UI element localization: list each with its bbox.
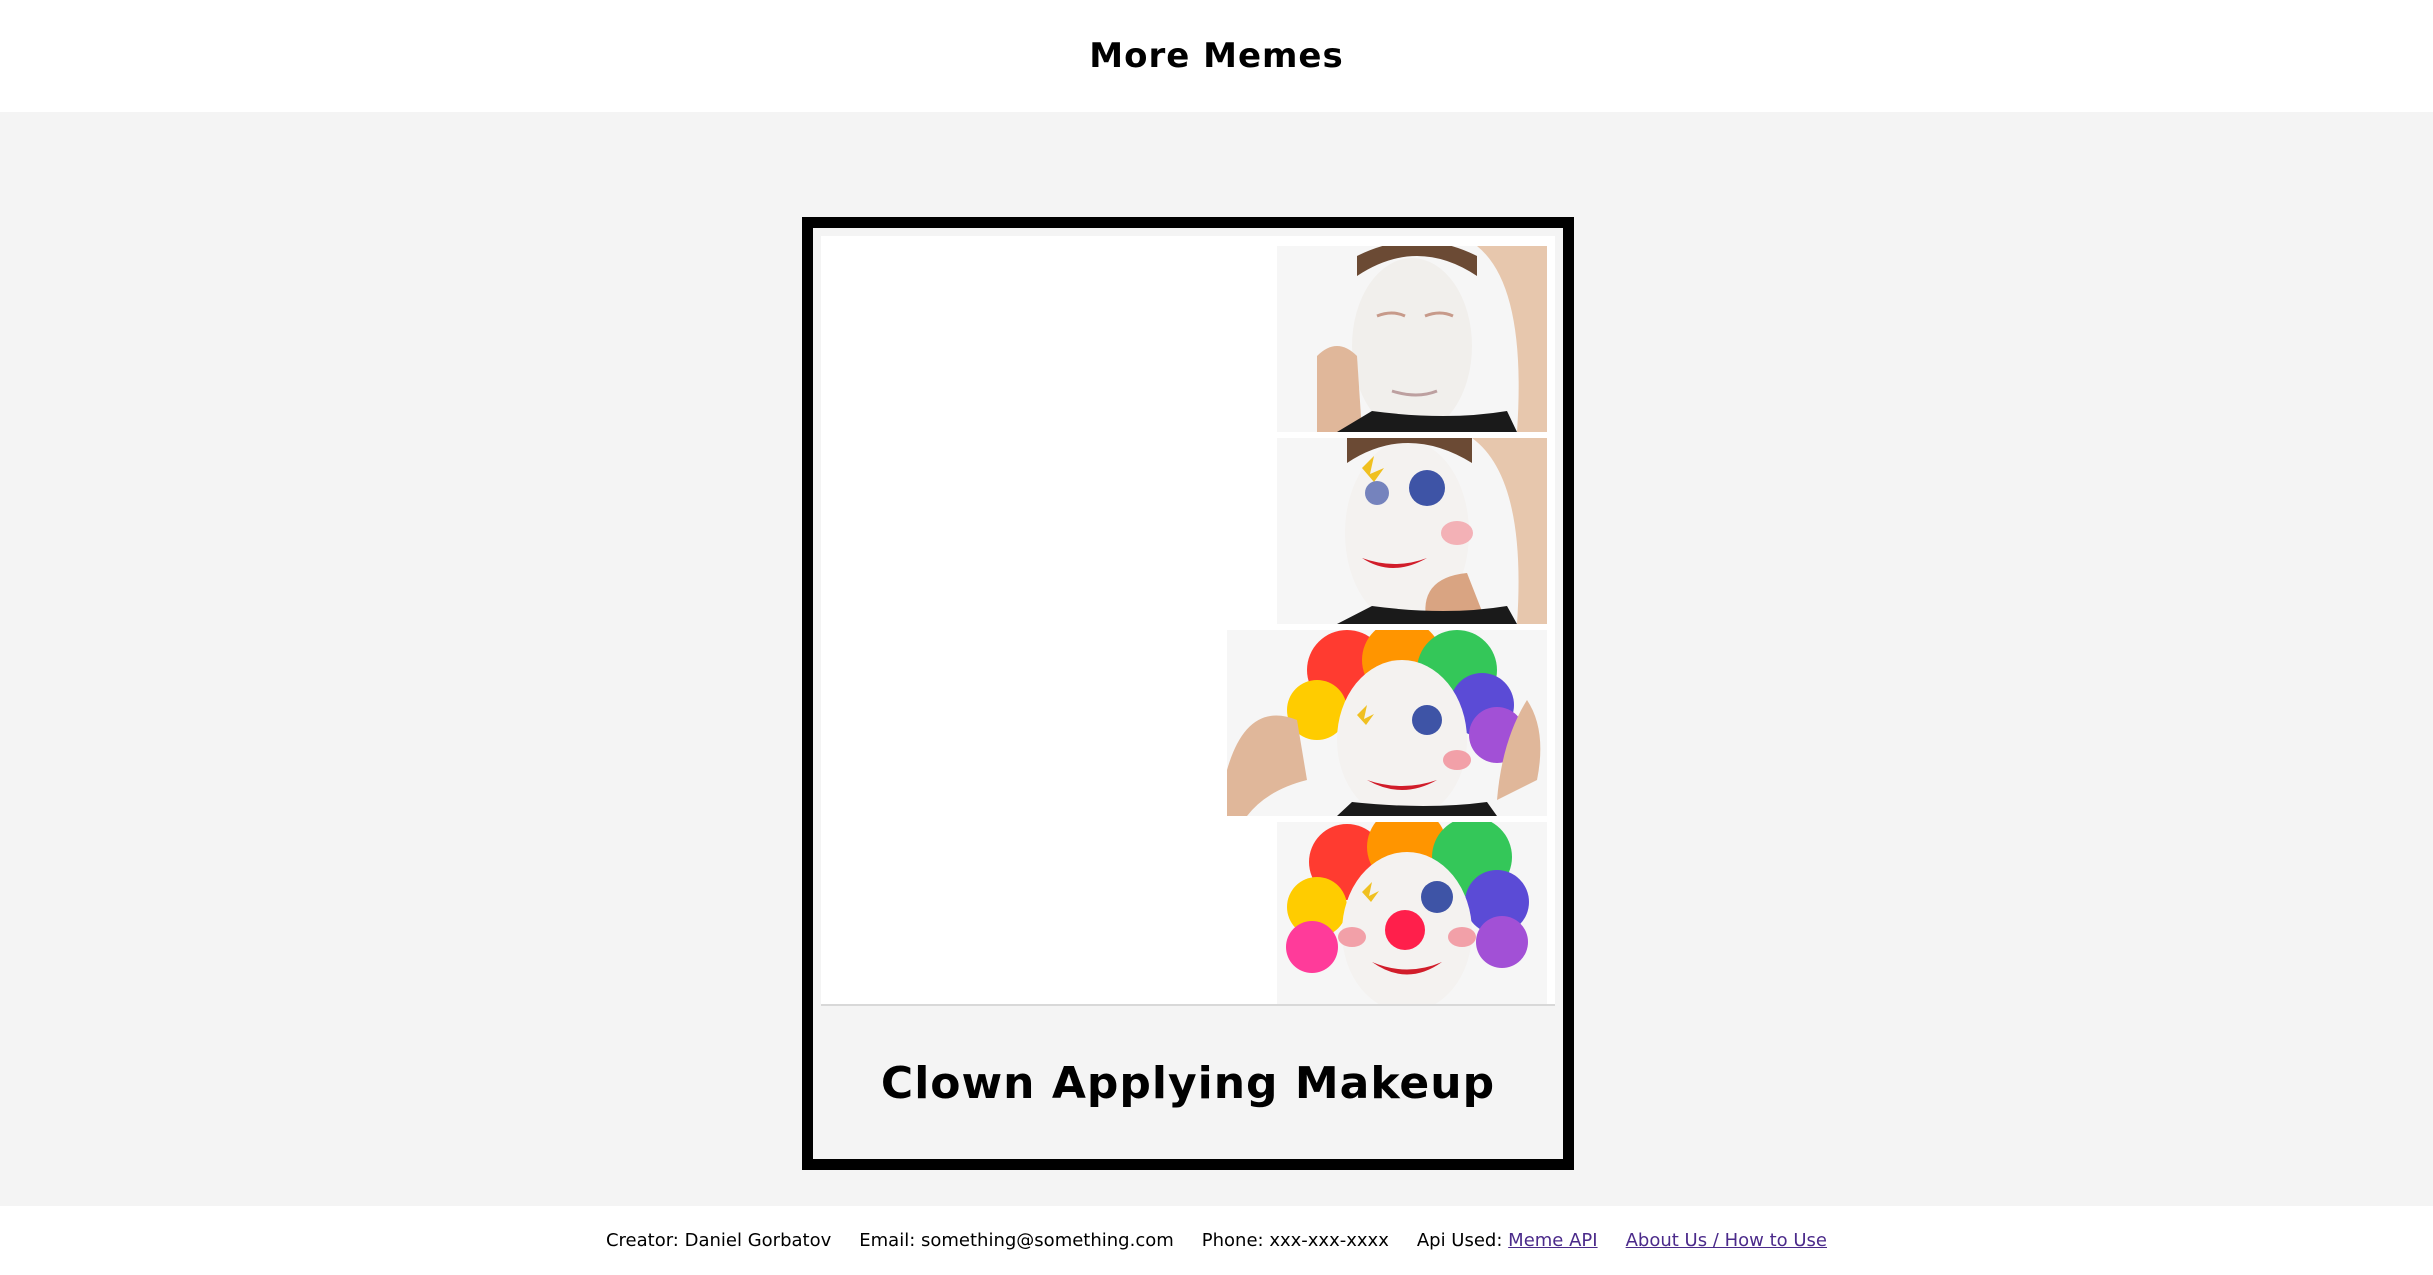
main-content: Clown Applying Makeup [0,112,2433,1206]
meme-panel-1 [1277,246,1547,432]
footer-email-value: something@something.com [921,1230,1174,1251]
footer-creator: Creator: Daniel Gorbatov [606,1230,831,1251]
footer-api-label: Api Used: [1416,1230,1503,1251]
footer-about: About Us / How to Use [1626,1230,1827,1251]
page-header: More Memes [0,0,2433,112]
meme-card[interactable]: Clown Applying Makeup [802,217,1574,1170]
page-title: More Memes [1089,36,1344,76]
meme-panel-3 [1227,630,1547,816]
footer-phone-label: Phone: [1201,1230,1264,1251]
footer-phone: Phone: xxx-xxx-xxxx [1202,1230,1389,1251]
page-footer: Creator: Daniel Gorbatov Email: somethin… [0,1206,2433,1275]
meme-panel-2 [1277,438,1547,624]
footer-creator-label: Creator: [605,1230,679,1251]
footer-email: Email: something@something.com [859,1230,1174,1251]
footer-email-label: Email: [859,1230,916,1251]
footer-creator-value: Daniel Gorbatov [684,1230,832,1251]
meme-image [821,236,1555,1006]
footer-phone-value: xxx-xxx-xxxx [1269,1230,1389,1251]
meme-api-link[interactable]: Meme API [1508,1230,1597,1251]
meme-panel-4 [1277,822,1547,1004]
meme-title: Clown Applying Makeup [880,1057,1496,1109]
footer-api: Api Used: Meme API [1417,1230,1598,1251]
about-us-link[interactable]: About Us / How to Use [1626,1230,1827,1251]
meme-caption: Clown Applying Makeup [813,1008,1563,1158]
